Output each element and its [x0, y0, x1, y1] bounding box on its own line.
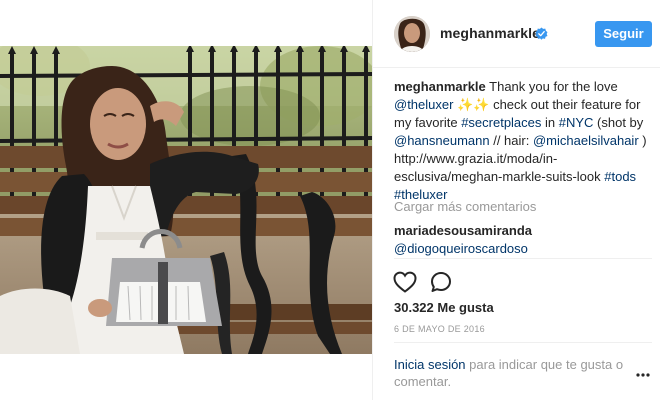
caption-link[interactable]: @theluxer	[394, 97, 453, 112]
caption-text-segment: in	[541, 115, 559, 130]
post-actions: 30.322 Me gusta 6 DE MAYO DE 2016	[373, 258, 660, 368]
comment-bubble-icon[interactable]	[430, 271, 452, 293]
caption-text-segment: ✨✨	[453, 97, 490, 112]
verified-badge-icon	[535, 27, 548, 40]
caption-link[interactable]: @hansneumann	[394, 133, 490, 148]
instagram-post: meghanmarkle Seguir meghanmarkle Thank y…	[0, 0, 660, 400]
comment-username[interactable]: mariadesousamiranda	[394, 223, 532, 238]
like-count[interactable]: 30.322 Me gusta	[394, 300, 494, 315]
comment-mention-link[interactable]: @diogoqueiroscardoso	[394, 241, 528, 256]
heart-icon[interactable]	[393, 271, 417, 293]
caption-text-segment: // hair:	[489, 133, 533, 148]
avatar[interactable]	[394, 16, 430, 52]
post-caption: meghanmarkle Thank you for the love @the…	[394, 78, 652, 204]
header-username[interactable]: meghanmarkle	[440, 25, 540, 41]
post-header: meghanmarkle Seguir	[373, 0, 660, 68]
caption-text-segment: Thank you for the love	[485, 79, 618, 94]
photo-area	[0, 0, 372, 400]
caption-text: Thank you for the love @theluxer ✨✨ chec…	[394, 79, 647, 202]
caption-link[interactable]: #NYC	[559, 115, 594, 130]
load-more-comments-link[interactable]: Cargar más comentarios	[394, 199, 536, 214]
post-photo[interactable]	[0, 46, 372, 354]
post-date[interactable]: 6 DE MAYO DE 2016	[394, 324, 485, 334]
caption-link[interactable]: #secretplaces	[461, 115, 541, 130]
comment-item: mariadesousamiranda @diogoqueiroscardoso	[394, 222, 644, 258]
caption-link[interactable]: #tods	[604, 169, 636, 184]
more-options-icon[interactable]	[636, 373, 650, 377]
caption-username[interactable]: meghanmarkle	[394, 79, 486, 94]
login-footer: Inicia sesión para indicar que te gusta …	[394, 342, 652, 389]
divider	[394, 258, 652, 259]
follow-button[interactable]: Seguir	[595, 21, 652, 47]
login-prompt: Inicia sesión para indicar que te gusta …	[394, 356, 630, 390]
login-link[interactable]: Inicia sesión	[394, 357, 466, 372]
caption-link[interactable]: @michaelsilvahair	[533, 133, 639, 148]
post-side-panel: meghanmarkle Seguir meghanmarkle Thank y…	[372, 0, 660, 400]
caption-text-segment: (shot by	[593, 115, 644, 130]
